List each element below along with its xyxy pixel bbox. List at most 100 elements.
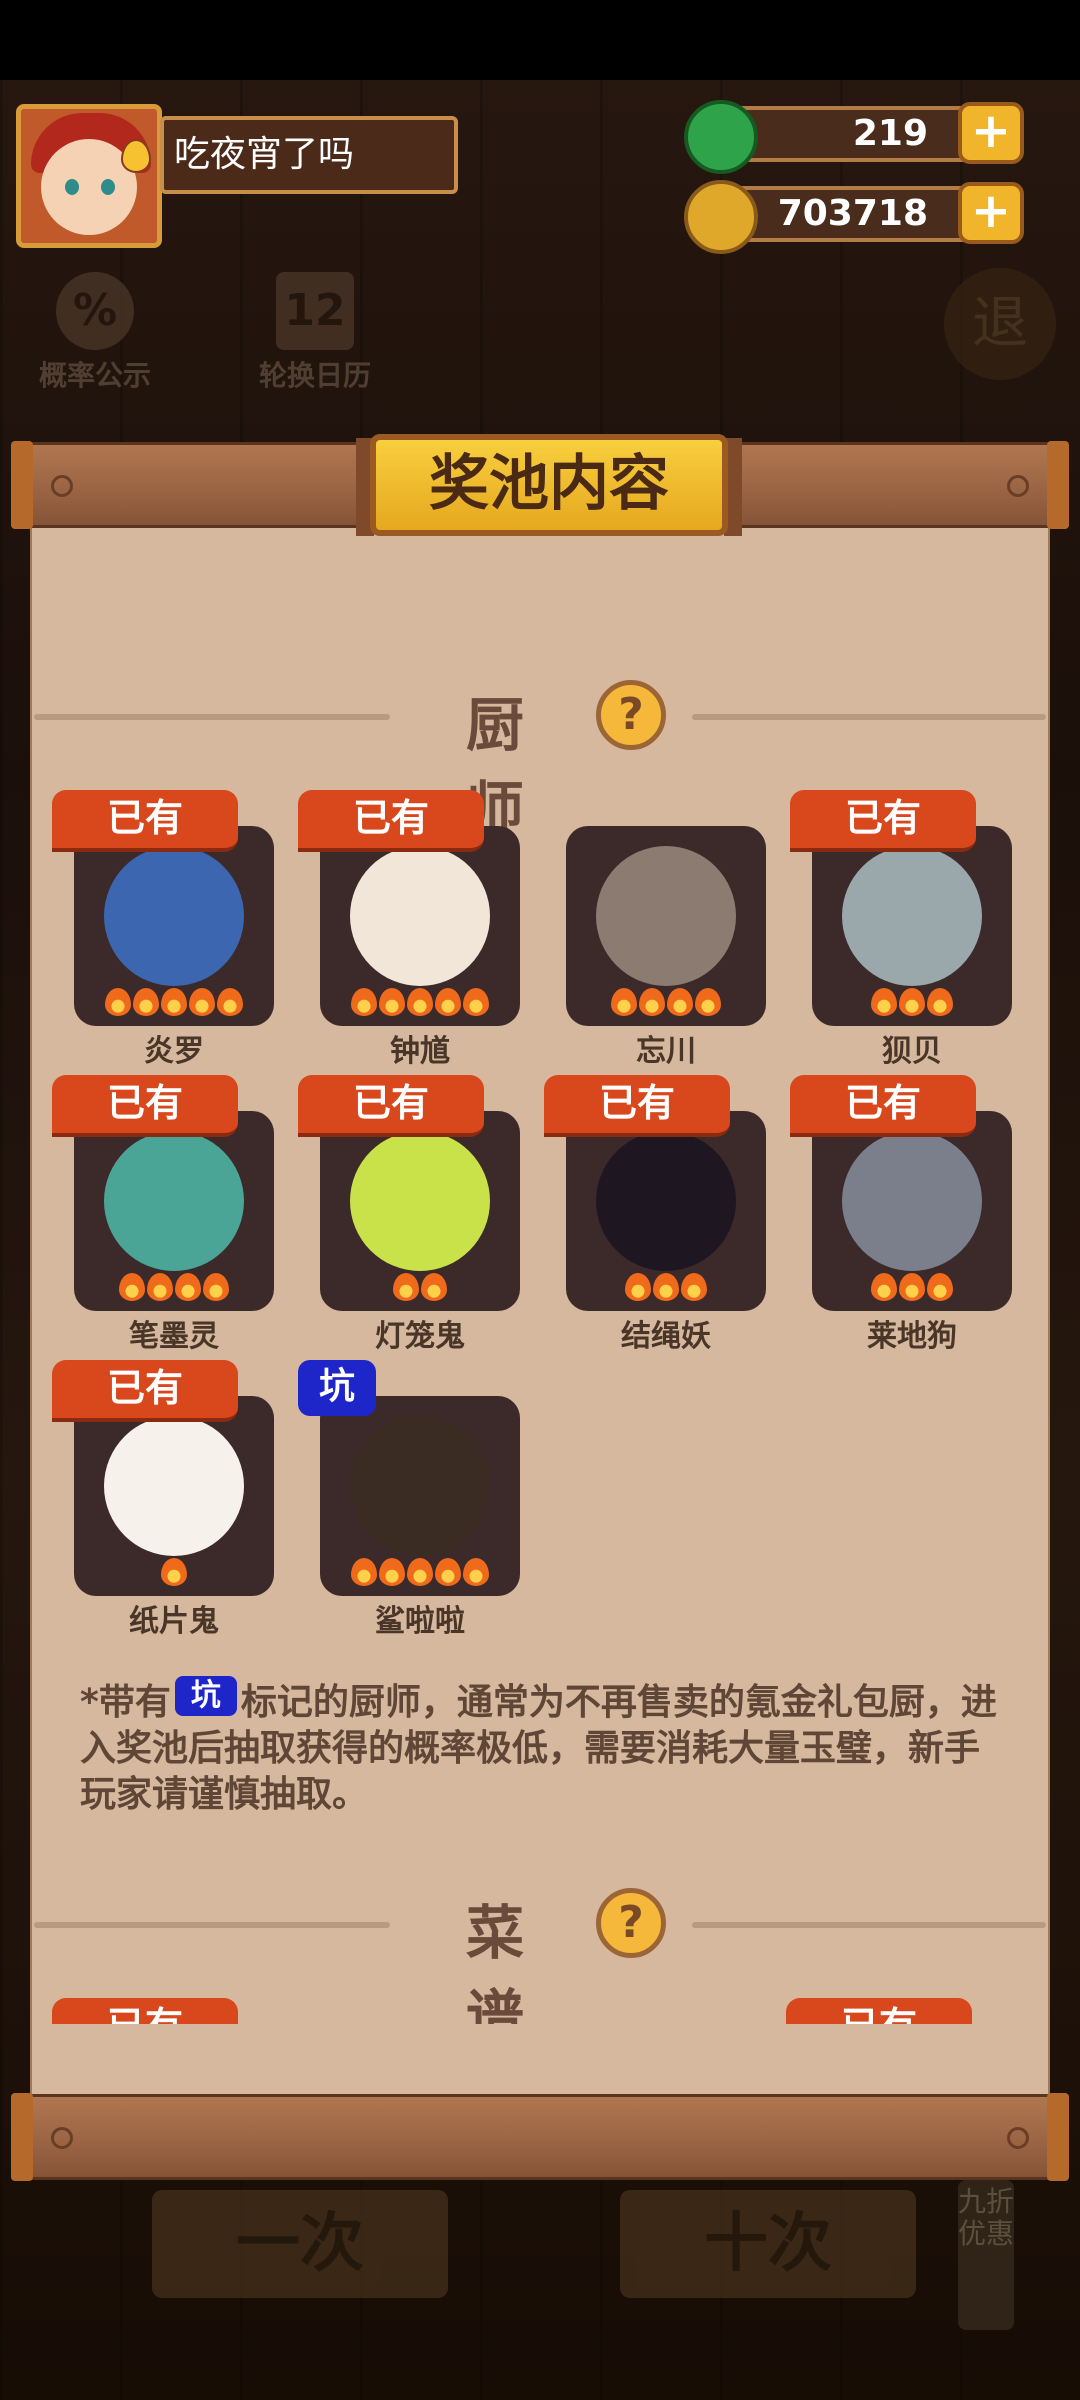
- fire-star-icon: [351, 1558, 377, 1586]
- fire-star-icon: [639, 988, 665, 1016]
- chef-art: [104, 1131, 244, 1271]
- chef-portrait: [74, 1396, 274, 1596]
- chef-art: [350, 1416, 490, 1556]
- owned-tag: 已有: [52, 1075, 238, 1137]
- divider: [34, 1922, 390, 1928]
- recipe-help-button[interactable]: ?: [596, 1888, 666, 1958]
- chef-name: 莱地狗: [867, 1319, 957, 1354]
- fire-star-icon: [217, 988, 243, 1016]
- chef-name: 灯笼鬼: [375, 1319, 465, 1354]
- fire-star-icon: [435, 1558, 461, 1586]
- chef-art: [596, 1131, 736, 1271]
- fire-star-icon: [871, 1273, 897, 1301]
- owned-tag: 已有: [298, 1075, 484, 1137]
- fire-star-icon: [175, 1273, 201, 1301]
- recipe-owned-tag: 已有: [52, 1998, 238, 2024]
- chef-name: 鲨啦啦: [375, 1604, 465, 1639]
- add-jade-button[interactable]: +: [958, 102, 1024, 164]
- chef-name: 笔墨灵: [129, 1319, 219, 1354]
- chef-portrait: [320, 826, 520, 1026]
- fire-star-icon: [899, 1273, 925, 1301]
- avatar-eye-left: [65, 179, 79, 195]
- chef-card[interactable]: 已有灯笼鬼: [298, 1075, 538, 1354]
- chef-card[interactable]: 已有 钟馗: [298, 790, 538, 1069]
- fire-star-icon: [379, 1558, 405, 1586]
- fire-star-icon: [871, 988, 897, 1016]
- fire-star-icon: [351, 988, 377, 1016]
- chef-art: [104, 1416, 244, 1556]
- fire-star-icon: [119, 1273, 145, 1301]
- fire-star-icon: [927, 1273, 953, 1301]
- owned-tag: 已有: [544, 1075, 730, 1137]
- prize-pool-scroll-area[interactable]: 厨师 ? 已有 炎罗 已有 钟馗 忘川 已有 狈贝 已有 笔墨灵 已有 灯笼鬼 已有 结绳妖 已有 莱地狗已…: [30, 530, 1050, 2024]
- panel-bottom-plank: [11, 2093, 1069, 2181]
- star-rating: [812, 988, 1012, 1022]
- chef-name: 忘川: [636, 1034, 696, 1069]
- chef-art: [842, 1131, 982, 1271]
- chef-card[interactable]: 忘川: [544, 790, 784, 1069]
- chef-portrait: [812, 1111, 1012, 1311]
- fire-star-icon: [379, 988, 405, 1016]
- star-rating: [74, 1558, 274, 1592]
- pit-note: *带有坑标记的厨师，通常为不再售卖的氪金礼包厨，进入奖池后抽取获得的概率极低，需…: [80, 1676, 1010, 1818]
- chef-portrait: [566, 1111, 766, 1311]
- fire-star-icon: [667, 988, 693, 1016]
- chef-portrait: [320, 1111, 520, 1311]
- star-rating: [320, 988, 520, 1022]
- chef-card[interactable]: 已有笔墨灵: [52, 1075, 292, 1354]
- owned-tag: 已有: [298, 790, 484, 852]
- player-name: 吃夜宵了吗: [160, 116, 458, 194]
- chef-help-button[interactable]: ?: [596, 680, 666, 750]
- chef-name: 炎罗: [144, 1034, 204, 1069]
- fire-star-icon: [681, 1273, 707, 1301]
- chef-name: 结绳妖: [621, 1319, 711, 1354]
- chef-card[interactable]: 已有莱地狗: [790, 1075, 1030, 1354]
- fire-star-icon: [407, 988, 433, 1016]
- chef-portrait: [320, 1396, 520, 1596]
- fire-star-icon: [393, 1273, 419, 1301]
- note-pit-tag: 坑: [174, 1676, 237, 1716]
- star-rating: [74, 1273, 274, 1307]
- coin-icon: [684, 180, 758, 254]
- fire-star-icon: [189, 988, 215, 1016]
- recipe-owned-tag: 已有: [786, 1998, 972, 2024]
- star-rating: [566, 988, 766, 1022]
- fire-star-icon: [161, 1558, 187, 1586]
- fire-star-icon: [899, 988, 925, 1016]
- chef-card[interactable]: 坑鲨啦啦: [298, 1360, 538, 1639]
- owned-tag: 已有: [52, 1360, 238, 1422]
- fire-star-icon: [463, 988, 489, 1016]
- player-avatar[interactable]: [16, 104, 162, 248]
- recipe-section-title: 菜谱: [465, 1899, 524, 2024]
- star-rating: [812, 1273, 1012, 1307]
- star-rating: [74, 988, 274, 1022]
- star-rating: [320, 1273, 520, 1307]
- owned-tag: 已有: [790, 1075, 976, 1137]
- level-fire-icon: [121, 139, 151, 173]
- fire-star-icon: [611, 988, 637, 1016]
- chef-card[interactable]: 已有结绳妖: [544, 1075, 784, 1354]
- recipe-section-header: 菜谱 ?: [30, 1878, 1050, 2024]
- fire-star-icon: [463, 1558, 489, 1586]
- chef-card[interactable]: 已有 炎罗: [52, 790, 292, 1069]
- divider: [692, 1922, 1046, 1928]
- fire-star-icon: [435, 988, 461, 1016]
- note-prefix: *带有: [80, 1682, 171, 1723]
- divider: [692, 714, 1046, 720]
- plank-cap: [11, 441, 33, 529]
- fire-star-icon: [695, 988, 721, 1016]
- add-coin-button[interactable]: +: [958, 182, 1024, 244]
- chef-card[interactable]: 已有 纸片鬼: [52, 1360, 292, 1639]
- chef-art: [350, 846, 490, 986]
- chef-portrait: [74, 826, 274, 1026]
- chef-portrait: [812, 826, 1012, 1026]
- chef-portrait: [566, 826, 766, 1026]
- chef-art: [104, 846, 244, 986]
- chef-portrait: [74, 1111, 274, 1311]
- plank-rivet: [51, 2127, 73, 2149]
- fire-star-icon: [625, 1273, 651, 1301]
- fire-star-icon: [421, 1273, 447, 1301]
- fire-star-icon: [203, 1273, 229, 1301]
- chef-card[interactable]: 已有 狈贝: [790, 790, 1030, 1069]
- chef-name: 狈贝: [882, 1034, 942, 1069]
